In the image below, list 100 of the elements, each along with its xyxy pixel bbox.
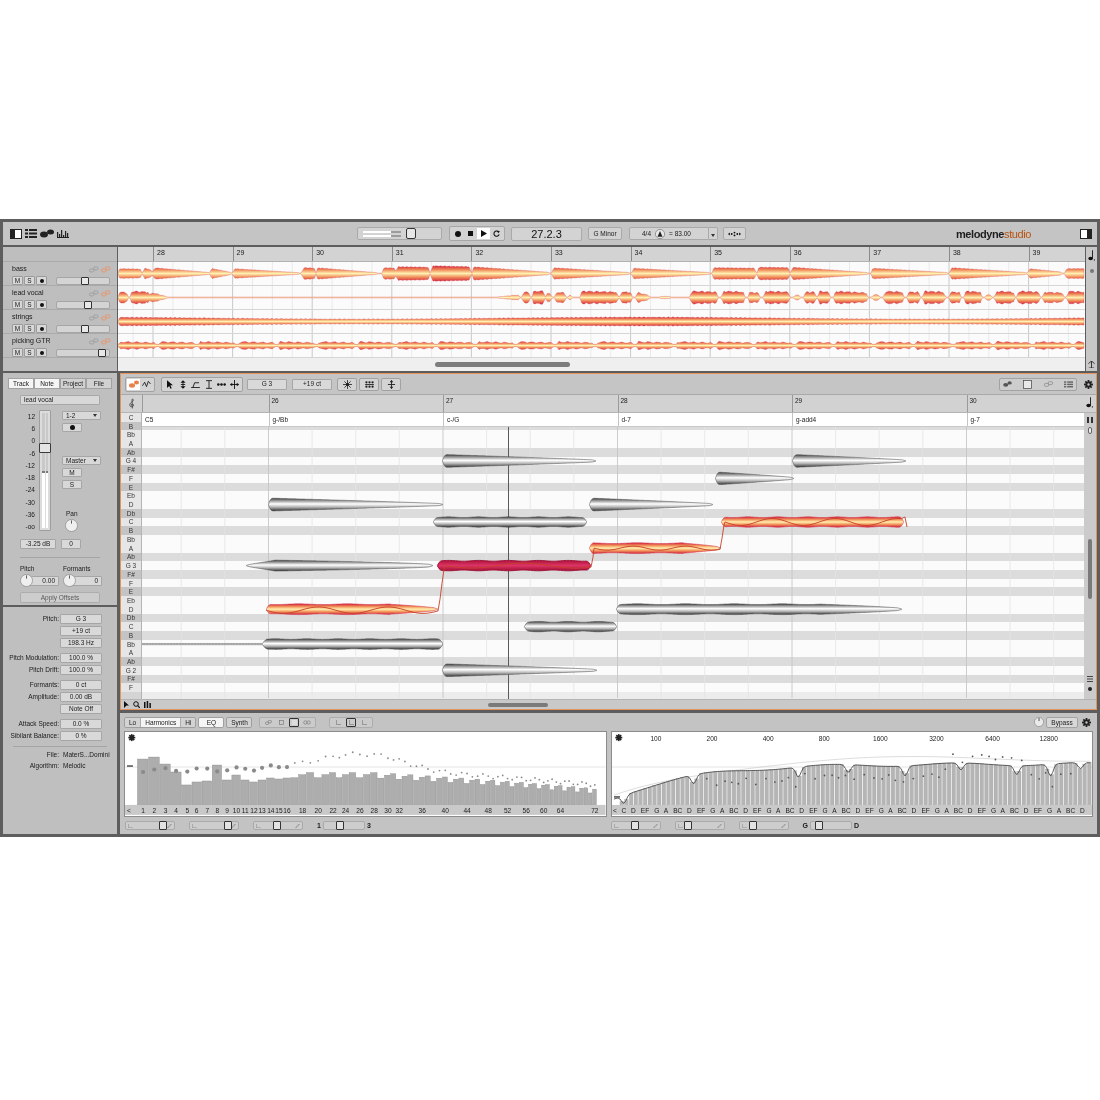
corner-icon <box>677 823 683 828</box>
align-button[interactable] <box>381 377 401 391</box>
metronome-icon[interactable] <box>655 228 666 239</box>
double-bar-icon[interactable] <box>1087 417 1093 423</box>
volume-slider[interactable] <box>56 348 110 357</box>
tool-button[interactable] <box>140 378 153 390</box>
spectrum-dot <box>803 772 806 775</box>
slider-thumb[interactable] <box>406 228 417 239</box>
caret-icon <box>93 414 97 417</box>
ramp-icon <box>191 380 200 388</box>
slider-thumb[interactable] <box>80 324 89 333</box>
slider-thumb[interactable] <box>631 821 639 830</box>
sidebar-icon[interactable] <box>10 228 22 239</box>
corner-icon <box>256 823 261 828</box>
range-slider[interactable] <box>610 821 661 830</box>
note-blob[interactable] <box>266 603 438 615</box>
note-blob[interactable] <box>616 603 902 615</box>
scrollbar-thumb[interactable] <box>1088 539 1092 599</box>
record-icon <box>454 230 461 237</box>
dots-icon <box>728 230 741 237</box>
range-slider[interactable] <box>125 821 175 830</box>
volume-slider[interactable] <box>56 300 110 309</box>
lines-icon[interactable] <box>1087 676 1093 682</box>
list-icon[interactable] <box>25 229 37 238</box>
scrollbar-thumb[interactable] <box>488 702 548 707</box>
note-blob[interactable] <box>792 454 906 468</box>
pointer-icon[interactable] <box>124 701 129 708</box>
slider-thumb[interactable] <box>159 821 168 830</box>
note-blob[interactable] <box>142 638 443 650</box>
settings-icon[interactable] <box>614 734 622 742</box>
range-slider[interactable] <box>738 821 789 830</box>
pill-icon[interactable] <box>1088 427 1092 434</box>
slider-thumb[interactable] <box>81 276 90 285</box>
position-display[interactable]: 27.2.3 <box>511 226 582 241</box>
slider-thumb[interactable] <box>683 821 692 830</box>
corner-icon <box>128 823 133 828</box>
loop-button[interactable] <box>490 228 503 239</box>
clef-icon[interactable] <box>128 397 135 410</box>
tool-button[interactable] <box>723 227 746 240</box>
note-blob[interactable] <box>437 559 591 572</box>
mode-button[interactable] <box>289 717 300 727</box>
note-blob[interactable] <box>442 454 596 468</box>
caret-icon <box>93 459 97 462</box>
arrow-up-icon[interactable] <box>1088 361 1095 368</box>
record-button[interactable] <box>62 423 82 432</box>
slider-thumb[interactable] <box>273 821 282 830</box>
slider-thumb[interactable] <box>814 821 823 830</box>
slider-thumb[interactable] <box>98 348 107 357</box>
corner-icon <box>192 823 197 828</box>
cycle-icon <box>493 230 500 237</box>
slider-thumb[interactable] <box>749 821 758 830</box>
mode-button[interactable] <box>346 717 357 727</box>
note-blob[interactable] <box>721 516 904 528</box>
record-button[interactable] <box>36 300 47 309</box>
starburst-icon <box>342 379 352 389</box>
note-blob[interactable] <box>589 542 721 554</box>
record-button[interactable] <box>36 324 47 333</box>
bar-chart-icon[interactable] <box>57 229 69 238</box>
play-button[interactable] <box>477 228 490 239</box>
tempo-menu-button[interactable] <box>709 227 718 240</box>
note-icon[interactable] <box>1088 250 1095 261</box>
blobs-icon[interactable] <box>40 229 54 238</box>
note-blob[interactable] <box>433 516 587 528</box>
note-blob[interactable] <box>524 621 617 633</box>
search-icon[interactable] <box>133 701 140 708</box>
bars-icon[interactable] <box>144 701 151 708</box>
spectrum-dot <box>911 777 914 780</box>
slider-thumb[interactable] <box>84 300 93 309</box>
range-slider[interactable] <box>674 821 725 830</box>
volume-slider[interactable] <box>56 276 110 285</box>
range-slider[interactable] <box>809 821 852 830</box>
fader-thumb[interactable] <box>39 442 51 453</box>
volume-fader[interactable] <box>39 410 51 531</box>
volume-slider[interactable] <box>56 324 110 333</box>
sidebar-icon[interactable] <box>1080 228 1092 239</box>
blobs-icon[interactable] <box>1003 381 1012 387</box>
scrollbar-thumb[interactable] <box>435 362 570 367</box>
record-button[interactable] <box>36 276 47 285</box>
note-blob[interactable] <box>442 663 597 677</box>
square-icon[interactable] <box>1023 379 1033 389</box>
volume-slider[interactable] <box>357 227 442 240</box>
note-blob[interactable] <box>589 498 713 512</box>
settings-icon[interactable] <box>1082 717 1091 727</box>
range-slider[interactable] <box>322 821 365 830</box>
note-blob[interactable] <box>246 559 433 572</box>
note-blob[interactable] <box>268 497 443 512</box>
spectrum-dot <box>705 777 708 780</box>
note-icon[interactable] <box>1086 397 1093 408</box>
snap-button[interactable] <box>337 377 357 391</box>
note-blob[interactable] <box>715 471 794 485</box>
slash-icon <box>167 823 172 828</box>
slider-thumb[interactable] <box>224 821 233 830</box>
tool-button[interactable] <box>228 378 241 390</box>
quantize-button[interactable] <box>359 377 379 391</box>
settings-icon[interactable] <box>128 734 136 742</box>
range-slider[interactable] <box>189 821 239 830</box>
settings-icon[interactable] <box>1084 379 1093 389</box>
slider-thumb[interactable] <box>335 821 344 830</box>
range-slider[interactable] <box>253 821 303 830</box>
record-button[interactable] <box>36 348 47 357</box>
